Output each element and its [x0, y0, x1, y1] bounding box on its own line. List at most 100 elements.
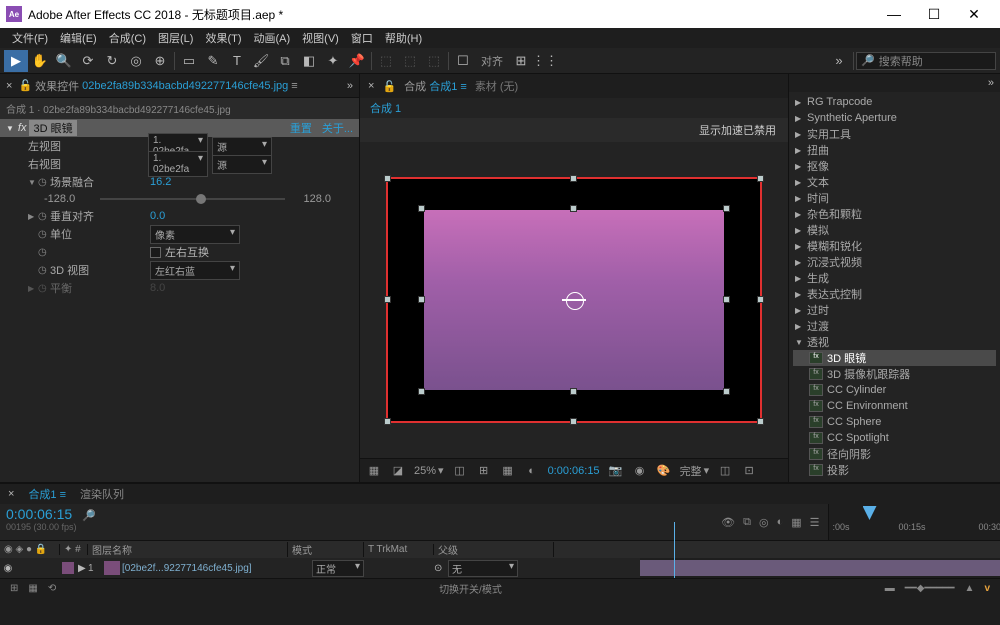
- sel-l[interactable]: [418, 296, 425, 303]
- selection-tool-icon[interactable]: ▶: [4, 50, 28, 72]
- minimize-button[interactable]: ―: [874, 0, 914, 28]
- vf-layers-icon[interactable]: ▦: [366, 464, 382, 477]
- camera-tool-icon[interactable]: ◎: [124, 50, 148, 72]
- layer-duration-bar[interactable]: [640, 560, 1000, 576]
- menu-file[interactable]: 文件(F): [8, 28, 52, 48]
- panel-menu-icon[interactable]: »: [347, 80, 353, 92]
- sel-bl[interactable]: [418, 388, 425, 395]
- ep-cat[interactable]: ▶生成: [793, 270, 996, 286]
- sel-r[interactable]: [723, 296, 730, 303]
- about-link[interactable]: 关于...: [322, 120, 353, 136]
- vf-exposure-icon[interactable]: ◫: [717, 464, 733, 477]
- pen-tool-icon[interactable]: ✎: [201, 50, 225, 72]
- eraser-tool-icon[interactable]: ◧: [297, 50, 321, 72]
- parent-select[interactable]: 无▾: [448, 560, 518, 577]
- ec-tab[interactable]: 🔓 效果控件 02be2fa89b334bacbd492277146cfe45.…: [18, 78, 297, 94]
- handle-t[interactable]: [570, 175, 577, 182]
- ep-cat[interactable]: ▶扭曲: [793, 142, 996, 158]
- vf-color-icon[interactable]: 🎨: [656, 464, 672, 477]
- reset-link[interactable]: 重置: [290, 120, 312, 136]
- blend-mode-select[interactable]: 正常▾: [312, 560, 364, 577]
- ep-item[interactable]: fx3D 摄像机跟踪器: [793, 366, 996, 382]
- col-trkmat[interactable]: T TrkMat: [364, 544, 434, 555]
- tl-zoom-out-icon[interactable]: ▬: [885, 583, 895, 594]
- tl-zoom-slider[interactable]: ━━◆━━━━━: [905, 583, 955, 594]
- ep-cat[interactable]: ▶时间: [793, 190, 996, 206]
- type-tool-icon[interactable]: T: [225, 50, 249, 72]
- playhead[interactable]: [863, 506, 877, 520]
- ep-cat[interactable]: ▶表达式控制: [793, 286, 996, 302]
- right-source-select[interactable]: 源▾: [212, 155, 272, 174]
- brush-tool-icon[interactable]: 🖌: [249, 50, 273, 72]
- ep-item[interactable]: fxCC Sphere: [793, 414, 996, 430]
- handle-tl[interactable]: [384, 175, 391, 182]
- handle-r[interactable]: [757, 296, 764, 303]
- handle-tr[interactable]: [757, 175, 764, 182]
- viewer-canvas[interactable]: [360, 142, 788, 458]
- pickwhip-icon[interactable]: ⊙: [434, 563, 448, 574]
- sel-tl[interactable]: [418, 205, 425, 212]
- vf-time[interactable]: 0:00:06:15: [548, 465, 600, 477]
- viewer-close-icon[interactable]: ×: [368, 80, 374, 92]
- ep-menu-icon[interactable]: »: [988, 77, 994, 89]
- clone-tool-icon[interactable]: ⧉: [273, 50, 297, 72]
- swap-checkbox[interactable]: [150, 247, 161, 258]
- handle-b[interactable]: [570, 418, 577, 425]
- vf-mask-icon[interactable]: ◪: [390, 464, 406, 477]
- viewer-tab-comp[interactable]: 合成 合成1 ≡: [404, 78, 467, 94]
- vf-grid-icon[interactable]: ▦: [500, 464, 516, 477]
- tl-zoom-in-icon[interactable]: ▲: [965, 583, 975, 594]
- ep-cat[interactable]: ▶Synthetic Aperture: [793, 110, 996, 126]
- snap-checkbox[interactable]: ☐: [451, 50, 475, 72]
- help-search-input[interactable]: 🔎 搜索帮助: [856, 52, 996, 70]
- tl-zoom-icon[interactable]: ⟲: [48, 583, 56, 594]
- menu-window[interactable]: 窗口: [347, 28, 377, 48]
- ep-cat-open[interactable]: ▼透视: [793, 334, 996, 350]
- menu-effect[interactable]: 效果(T): [201, 28, 245, 48]
- ep-item[interactable]: fx投影: [793, 462, 996, 478]
- ep-item[interactable]: fxCC Environment: [793, 398, 996, 414]
- orbit-tool-icon[interactable]: ⟳: [76, 50, 100, 72]
- ep-item[interactable]: fxCC Cylinder: [793, 382, 996, 398]
- view3d-select[interactable]: 左红右蓝▾: [150, 261, 240, 280]
- layer-color[interactable]: [62, 562, 74, 574]
- ep-cat[interactable]: ▶抠像: [793, 158, 996, 174]
- menu-layer[interactable]: 图层(L): [154, 28, 197, 48]
- ep-cat[interactable]: ▶文本: [793, 174, 996, 190]
- hand-tool-icon[interactable]: ✋: [28, 50, 52, 72]
- vf-res-icon[interactable]: ◫: [452, 464, 468, 477]
- tl-video-icon[interactable]: v: [984, 583, 990, 594]
- ep-cat[interactable]: ▶模糊和锐化: [793, 238, 996, 254]
- workspace-icon[interactable]: »: [827, 50, 851, 72]
- snap2-icon[interactable]: ⋮⋮: [533, 50, 557, 72]
- scene-merge-value[interactable]: 16.2: [150, 176, 171, 188]
- vf-roi-icon[interactable]: ⊡: [741, 464, 757, 477]
- ep-item-selected[interactable]: fx3D 眼镜: [793, 350, 996, 366]
- scene-merge-slider[interactable]: -128.0 128.0: [0, 191, 359, 207]
- menu-edit[interactable]: 编辑(E): [56, 28, 101, 48]
- tl-brainstorm-icon[interactable]: ☰: [810, 516, 820, 529]
- sel-b[interactable]: [570, 388, 577, 395]
- expand-icon[interactable]: ▶: [78, 563, 88, 574]
- maximize-button[interactable]: ☐: [914, 0, 954, 28]
- layer-preview[interactable]: [424, 210, 724, 390]
- time-ruler[interactable]: :00s 00:15s 00:30s 00:00:45s 01:0: [829, 504, 1000, 540]
- handle-bl[interactable]: [384, 418, 391, 425]
- tl-close-icon[interactable]: ×: [8, 488, 14, 500]
- rotate-tool-icon[interactable]: ↻: [100, 50, 124, 72]
- handle-l[interactable]: [384, 296, 391, 303]
- viewer-lock-icon[interactable]: 🔓: [382, 80, 396, 93]
- right-view-select[interactable]: 1. 02be2fa▾: [148, 151, 208, 177]
- col-layer-name[interactable]: 图层名称: [88, 542, 288, 557]
- ep-cat[interactable]: ▶实用工具: [793, 126, 996, 142]
- handle-br[interactable]: [757, 418, 764, 425]
- tl-motionblur-icon[interactable]: ◐: [777, 516, 784, 528]
- col-mode[interactable]: 模式: [288, 542, 364, 557]
- sel-tr[interactable]: [723, 205, 730, 212]
- ep-item[interactable]: fx径向阴影: [793, 446, 996, 462]
- ep-cat[interactable]: ▶杂色和颗粒: [793, 206, 996, 222]
- menu-comp[interactable]: 合成(C): [105, 28, 150, 48]
- vf-channel-icon[interactable]: ◐: [524, 465, 540, 477]
- viewer-tab-footage[interactable]: 素材 (无): [475, 78, 518, 94]
- vf-safe-icon[interactable]: ⊞: [476, 464, 492, 477]
